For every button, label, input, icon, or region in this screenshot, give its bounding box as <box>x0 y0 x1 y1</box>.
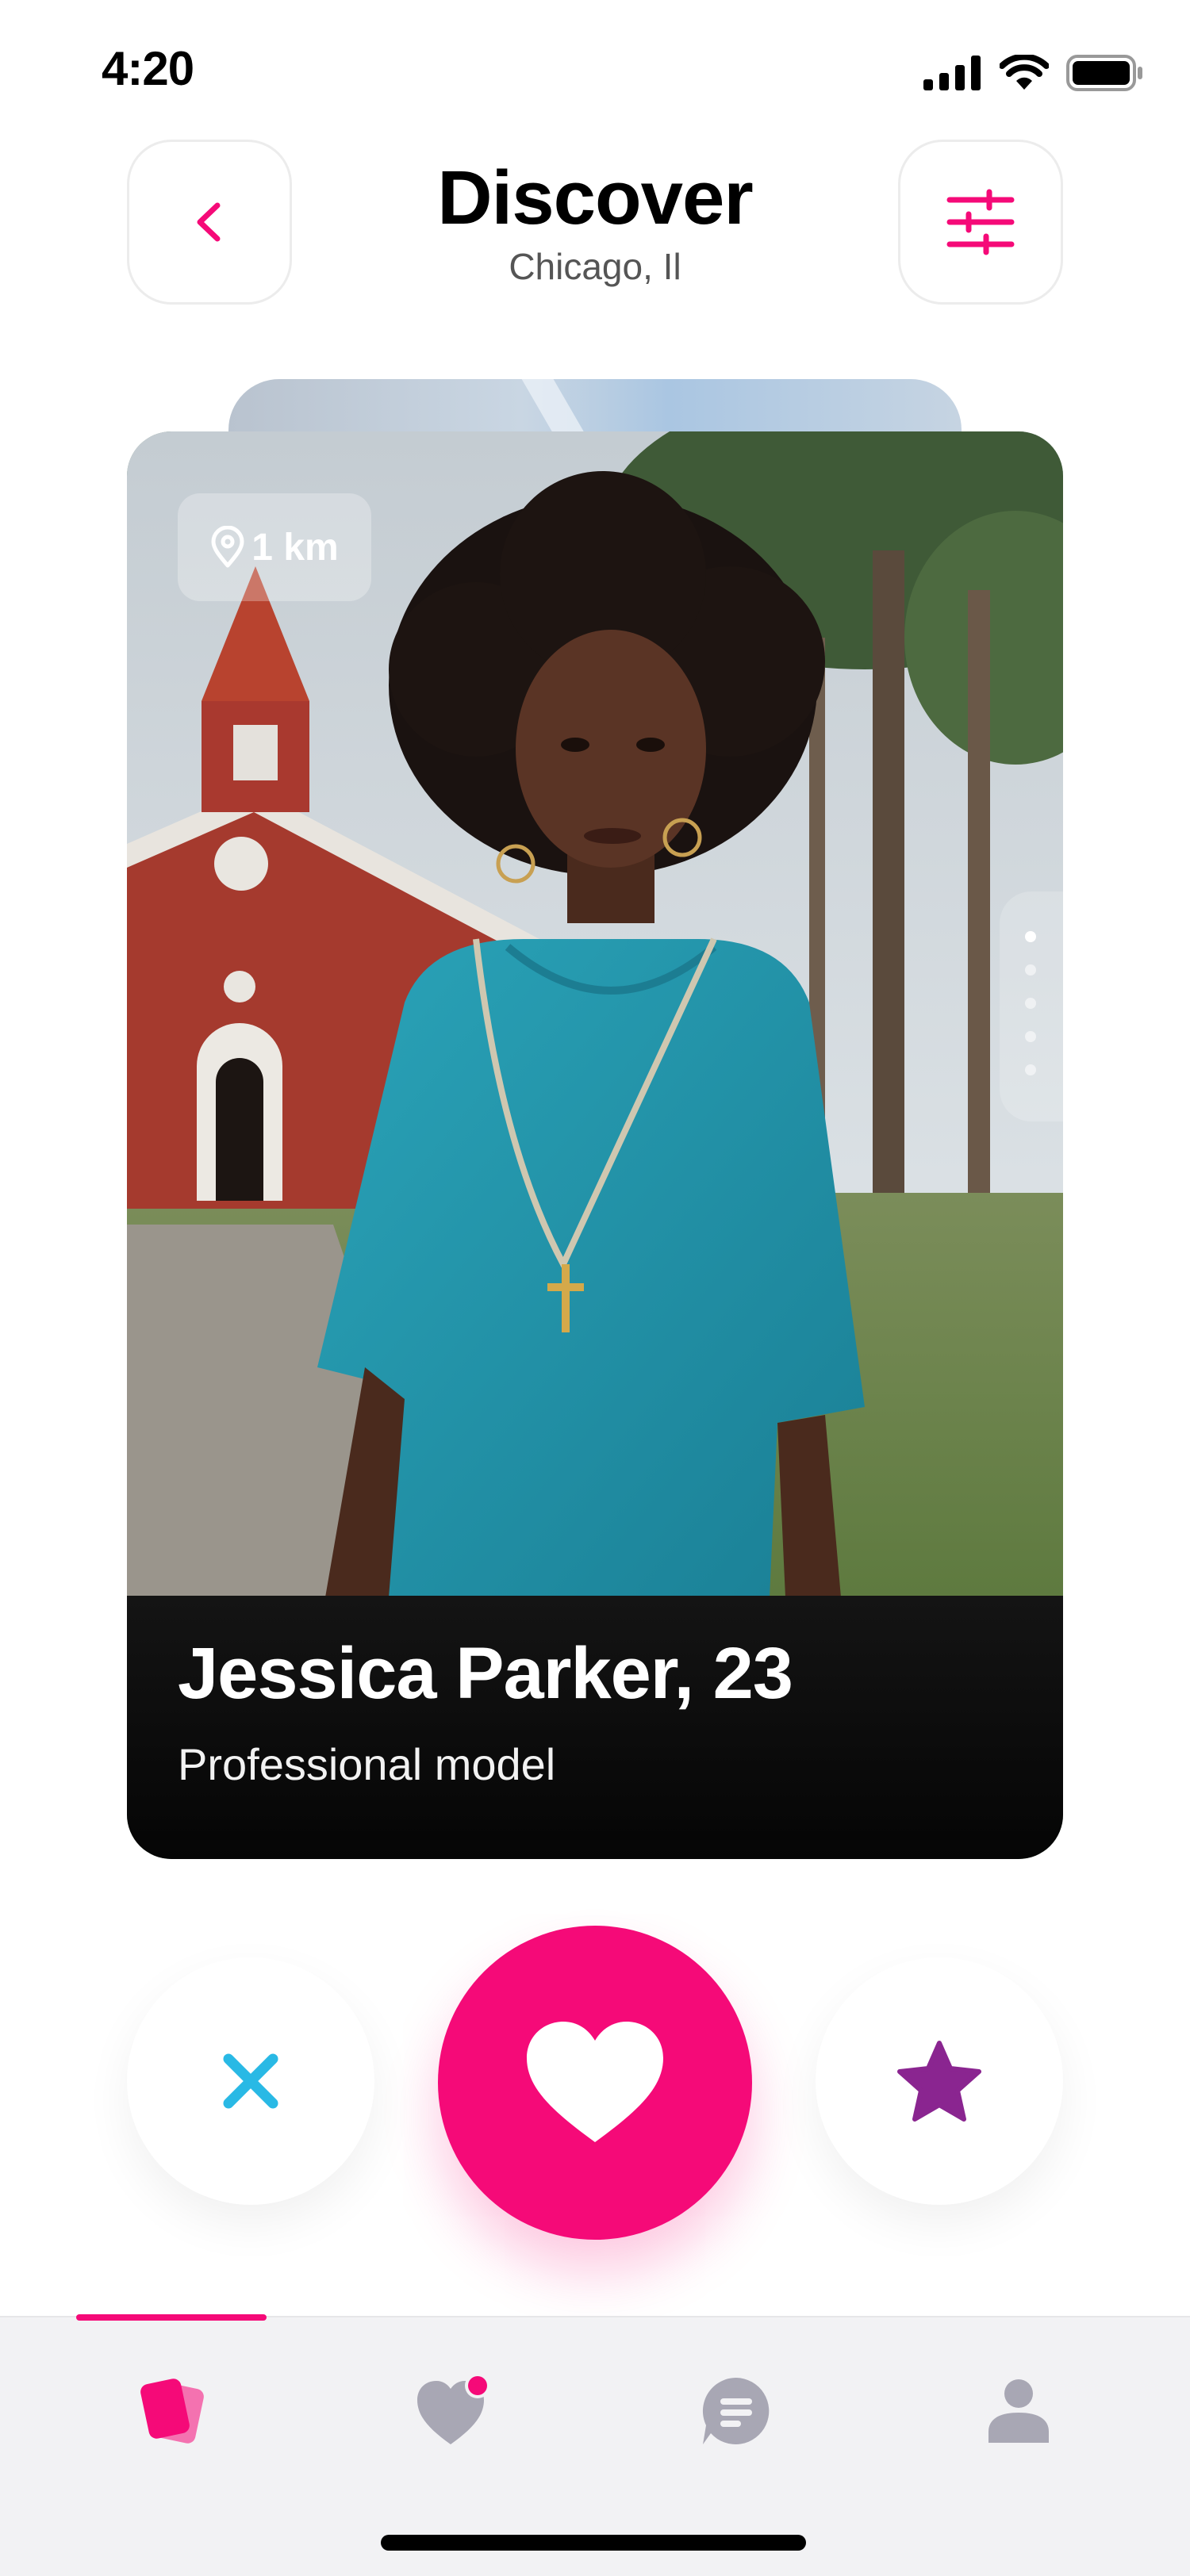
heart-notification-icon <box>417 2375 490 2444</box>
status-time: 4:20 <box>102 42 194 95</box>
tab-profile[interactable] <box>963 2356 1074 2467</box>
profile-name-age: Jessica Parker, 23 <box>178 1633 793 1714</box>
photo-dot[interactable] <box>1025 1064 1036 1075</box>
photo-dot[interactable] <box>1025 964 1036 976</box>
distance-label: 1 km <box>251 526 339 569</box>
cards-icon <box>140 2379 204 2444</box>
location-subtitle: Chicago, Il <box>509 246 681 287</box>
pass-button[interactable] <box>127 1957 374 2205</box>
status-icons <box>923 51 1144 95</box>
chat-icon <box>702 2378 770 2444</box>
status-bar: 4:20 <box>0 0 1190 143</box>
active-tab-indicator <box>76 2314 267 2321</box>
home-indicator <box>381 2535 806 2551</box>
chevron-left-icon <box>197 202 221 242</box>
heart-icon <box>527 2022 663 2142</box>
photo-dot[interactable] <box>1025 998 1036 1009</box>
profile-photo[interactable]: 1 km <box>127 431 1063 1597</box>
profile-photo-illustration <box>127 431 1063 1597</box>
star-icon <box>897 2041 981 2122</box>
tab-discover[interactable] <box>116 2356 227 2467</box>
photo-dot-active[interactable] <box>1025 931 1036 942</box>
battery-icon <box>1066 55 1142 91</box>
super-like-button[interactable] <box>816 1957 1063 2205</box>
photo-pagination[interactable] <box>1000 891 1063 1121</box>
like-button[interactable] <box>438 1926 752 2240</box>
sliders-icon <box>946 189 1015 255</box>
close-icon <box>223 2053 278 2109</box>
photo-dot[interactable] <box>1025 1031 1036 1042</box>
tab-messages[interactable] <box>681 2356 792 2467</box>
tab-matches[interactable] <box>398 2356 509 2467</box>
signal-icon <box>923 56 981 90</box>
profile-occupation: Professional model <box>178 1739 556 1789</box>
back-button[interactable] <box>127 140 292 305</box>
distance-badge: 1 km <box>178 493 371 601</box>
header-title-group: Discover Chicago, Il <box>333 155 857 289</box>
profile-card[interactable]: 1 km Jessica Parker, 23 Professional mod… <box>127 431 1063 1859</box>
profile-info-panel: Jessica Parker, 23 Professional model <box>127 1596 1063 1859</box>
user-icon <box>988 2379 1049 2443</box>
wifi-icon <box>1000 55 1049 90</box>
location-pin-icon <box>211 526 244 568</box>
page-title: Discover <box>437 155 754 240</box>
filter-button[interactable] <box>898 140 1063 305</box>
